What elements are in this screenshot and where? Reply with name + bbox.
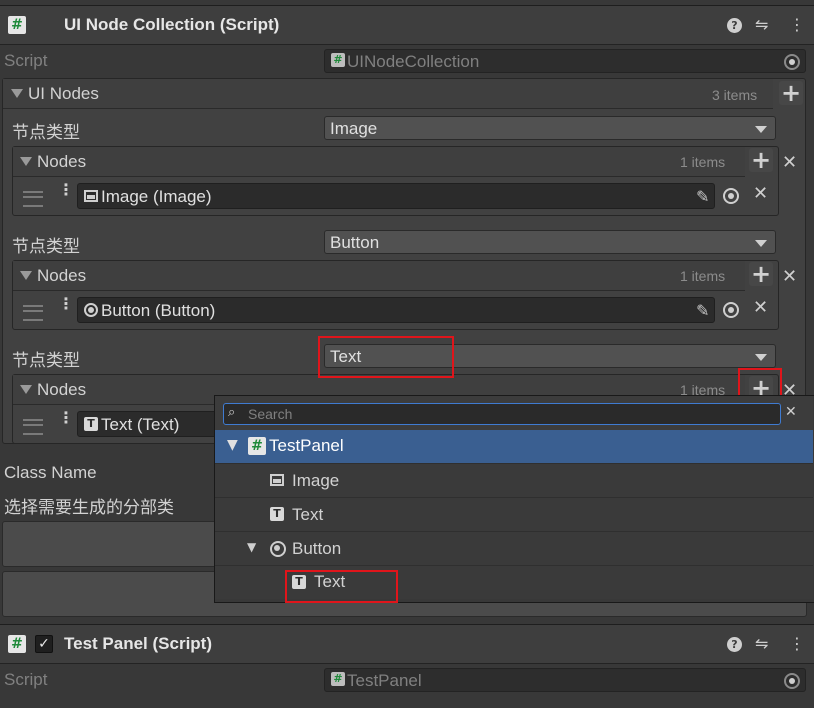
component-header-test-panel[interactable]: # ✓ Test Panel (Script) ? ⇋ ⋮ bbox=[0, 624, 814, 664]
tree-item-label: Button bbox=[292, 539, 342, 558]
ui-nodes-count: 3 items bbox=[712, 87, 758, 103]
nodes-list: Nodes 1 items + ⋮ Image (Image) ✎ ✕ bbox=[12, 146, 779, 216]
close-icon[interactable]: ✕ bbox=[753, 297, 768, 318]
kebab-menu-icon[interactable]: ⋮ bbox=[58, 410, 74, 426]
node-object-field[interactable]: Image (Image) ✎ bbox=[77, 183, 715, 209]
script-value: TestPanel bbox=[347, 671, 422, 690]
text-icon: T bbox=[270, 507, 284, 521]
script-hash-icon: # bbox=[331, 672, 345, 686]
search-icon: ⌕ bbox=[228, 405, 236, 420]
chevron-down-icon[interactable]: ▼ bbox=[247, 540, 256, 554]
pencil-icon[interactable]: ✎ bbox=[696, 187, 709, 206]
chevron-down-icon bbox=[755, 354, 767, 361]
kebab-menu-icon[interactable]: ⋮ bbox=[789, 634, 805, 653]
presets-icon[interactable]: ⇋ bbox=[755, 634, 768, 653]
element-type-label: 节点类型 bbox=[12, 351, 80, 370]
add-element-button[interactable]: + bbox=[779, 81, 803, 105]
ui-nodes-header[interactable]: UI Nodes 3 items bbox=[3, 79, 773, 109]
kebab-menu-icon[interactable]: ⋮ bbox=[58, 296, 74, 312]
foldout-arrow-icon[interactable] bbox=[20, 271, 32, 280]
component-header-ui-node-collection[interactable]: # UI Node Collection (Script) ? ⇋ ⋮ bbox=[0, 5, 814, 45]
node-ref-value: Button (Button) bbox=[101, 301, 216, 320]
kebab-menu-icon[interactable]: ⋮ bbox=[58, 182, 74, 198]
node-ref-value: Image (Image) bbox=[101, 187, 212, 206]
component-title: UI Node Collection (Script) bbox=[64, 15, 280, 34]
add-node-button[interactable]: + bbox=[749, 148, 773, 172]
tree-item-testpanel[interactable]: ▼ # TestPanel bbox=[215, 430, 813, 464]
nodes-label: Nodes bbox=[37, 380, 87, 399]
tree-item-label: TestPanel bbox=[269, 436, 344, 455]
script-hash-icon: # bbox=[8, 635, 26, 653]
button-icon bbox=[84, 303, 98, 317]
kebab-menu-icon[interactable]: ⋮ bbox=[789, 15, 805, 34]
nodes-list: Nodes 1 items + ⋮ Button (Button) ✎ ✕ bbox=[12, 260, 779, 330]
object-picker-icon[interactable] bbox=[784, 54, 800, 70]
foldout-arrow-icon[interactable] bbox=[20, 385, 32, 394]
object-picker-icon[interactable] bbox=[723, 188, 739, 204]
chevron-down-icon bbox=[755, 240, 767, 247]
text-icon: T bbox=[84, 417, 98, 431]
script-label: Script bbox=[4, 670, 48, 689]
tree-item-button[interactable]: ▼ Button bbox=[215, 532, 813, 566]
object-picker-icon[interactable] bbox=[784, 673, 800, 689]
nodes-label: Nodes bbox=[37, 266, 87, 285]
element-type-dropdown[interactable]: Image bbox=[324, 116, 776, 140]
node-object-field[interactable]: Button (Button) ✎ bbox=[77, 297, 715, 323]
clear-search-icon[interactable]: ✕ bbox=[785, 404, 797, 420]
help-icon[interactable]: ? bbox=[727, 637, 742, 652]
enabled-checkbox[interactable]: ✓ bbox=[35, 635, 53, 653]
node-ref-value: Text (Text) bbox=[101, 415, 180, 434]
drag-handle-icon[interactable] bbox=[23, 419, 43, 435]
presets-icon[interactable]: ⇋ bbox=[755, 15, 768, 34]
foldout-arrow-icon[interactable] bbox=[20, 157, 32, 166]
nodes-header[interactable]: Nodes 1 items bbox=[13, 261, 745, 291]
tree-item-label: Text bbox=[292, 505, 324, 524]
element-type-dropdown[interactable]: Button bbox=[324, 230, 776, 254]
add-node-button[interactable]: + bbox=[749, 262, 773, 286]
script-hash-icon: # bbox=[8, 16, 26, 34]
drag-handle-icon[interactable] bbox=[23, 191, 43, 207]
highlight-type-text bbox=[318, 336, 454, 378]
dropdown-value: Button bbox=[330, 233, 380, 252]
dropdown-value: Image bbox=[330, 119, 378, 138]
class-name-label: Class Name bbox=[4, 463, 97, 482]
script-value: UINodeCollection bbox=[347, 52, 480, 71]
script-hash-icon: # bbox=[248, 437, 266, 455]
remove-element-button[interactable]: ✕ bbox=[782, 266, 797, 287]
nodes-header[interactable]: Nodes 1 items bbox=[13, 147, 745, 177]
help-icon[interactable]: ? bbox=[727, 18, 742, 33]
foldout-arrow-icon[interactable] bbox=[11, 89, 23, 98]
search-placeholder: Search bbox=[248, 406, 293, 422]
tree-item-text[interactable]: T Text bbox=[215, 498, 813, 532]
element-type-label: 节点类型 bbox=[12, 237, 80, 256]
nodes-label: Nodes bbox=[37, 152, 87, 171]
remove-element-button[interactable]: ✕ bbox=[782, 152, 797, 173]
ui-nodes-label: UI Nodes bbox=[28, 84, 99, 103]
button-icon bbox=[270, 541, 286, 557]
image-icon bbox=[84, 190, 98, 202]
chevron-down-icon bbox=[755, 126, 767, 133]
script-label: Script bbox=[4, 51, 48, 70]
search-input[interactable]: ⌕ Search bbox=[223, 403, 781, 425]
element-type-label: 节点类型 bbox=[12, 123, 80, 142]
script-object-field[interactable]: # UINodeCollection bbox=[324, 49, 806, 73]
chevron-down-icon[interactable]: ▼ bbox=[227, 437, 238, 453]
search-bar: ⌕ Search ✕ bbox=[215, 396, 813, 430]
highlight-tree-text bbox=[285, 570, 398, 603]
component-title: Test Panel (Script) bbox=[64, 634, 212, 653]
close-icon[interactable]: ✕ bbox=[753, 183, 768, 204]
pencil-icon[interactable]: ✎ bbox=[696, 301, 709, 320]
image-icon bbox=[270, 474, 284, 486]
script-hash-icon: # bbox=[331, 53, 345, 67]
class-name-hint: 选择需要生成的分部类 bbox=[4, 498, 174, 517]
tree-item-image[interactable]: Image bbox=[215, 464, 813, 498]
object-picker-icon[interactable] bbox=[723, 302, 739, 318]
drag-handle-icon[interactable] bbox=[23, 305, 43, 321]
script-object-field[interactable]: # TestPanel bbox=[324, 668, 806, 692]
tree-item-label: Image bbox=[292, 471, 340, 490]
nodes-count: 1 items bbox=[680, 154, 726, 170]
nodes-count: 1 items bbox=[680, 268, 726, 284]
